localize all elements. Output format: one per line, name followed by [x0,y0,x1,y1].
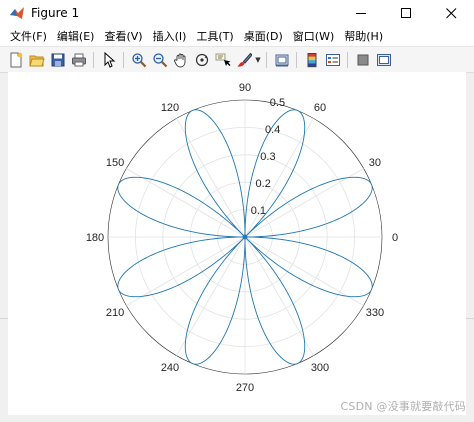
menu-tools[interactable]: 工具(T) [191,28,238,44]
watermark-text: CSDN @没事就要敲代码 [340,400,466,413]
new-figure-icon[interactable] [6,50,26,70]
theta-tick-label: 150 [106,157,124,169]
brush-dropdown-icon[interactable]: ▼ [254,50,262,70]
polar-plot[interactable]: 0 30 60 90 120 150 180 210 240 270 300 330 0.1 0.2 0.3… [8,72,466,415]
theta-tick-label: 300 [311,362,329,374]
theta-tick-label: 240 [161,362,179,374]
toolbar-separator [296,51,297,68]
theta-tick-label: 210 [106,307,124,319]
menu-bar: 文件(F) 编辑(E) 查看(V) 插入(I) 工具(T) 桌面(D) 窗口(W… [0,26,474,46]
frame-divider [466,318,474,319]
r-tick-label: 0.3 [260,151,275,163]
theta-tick-label: 30 [369,157,381,169]
r-tick-label: 0.4 [265,124,280,136]
figure-toolbar: ▼ [0,46,474,73]
data-cursor-icon[interactable] [213,50,233,70]
toolbar-separator [266,51,267,68]
save-icon[interactable] [48,50,68,70]
open-file-icon[interactable] [27,50,47,70]
print-icon[interactable] [69,50,89,70]
theta-tick-label: 90 [239,82,251,94]
select-arrow-icon[interactable] [99,50,119,70]
figure-window: Figure 1 文件(F) 编辑(E) 查看(V) 插入(I) 工具(T) 桌… [0,0,474,422]
toolbar-separator [347,51,348,68]
link-plot-icon[interactable] [272,50,292,70]
menu-file[interactable]: 文件(F) [5,28,52,44]
window-controls [339,0,474,26]
theta-tick-label: 270 [236,382,254,394]
hide-plot-tools-icon[interactable] [353,50,373,70]
zoom-out-icon[interactable] [150,50,170,70]
frame-divider [0,318,8,319]
menu-insert[interactable]: 插入(I) [148,28,192,44]
brush-icon[interactable] [234,50,254,70]
minimize-button[interactable] [339,0,384,26]
window-title: Figure 1 [31,6,80,20]
menu-help[interactable]: 帮助(H) [339,28,388,44]
theta-tick-label: 0 [392,232,398,244]
colorbar-icon[interactable] [302,50,322,70]
r-tick-label: 0.2 [256,178,271,190]
toolbar-separator [123,51,124,68]
theta-tick-label: 120 [161,102,179,114]
r-tick-label: 0.5 [270,97,285,109]
show-plot-tools-icon[interactable] [374,50,394,70]
theta-tick-label: 330 [366,307,384,319]
toolbar-separator [93,51,94,68]
legend-icon[interactable] [323,50,343,70]
zoom-in-icon[interactable] [129,50,149,70]
menu-view[interactable]: 查看(V) [99,28,147,44]
menu-window[interactable]: 窗口(W) [288,28,339,44]
pan-hand-icon[interactable] [171,50,191,70]
rotate-3d-icon[interactable] [192,50,212,70]
theta-tick-label: 180 [86,232,104,244]
title-bar: Figure 1 [0,0,474,26]
figure-canvas[interactable]: 0 30 60 90 120 150 180 210 240 270 300 330 0.1 0.2 0.3… [8,72,466,415]
r-tick-label: 0.1 [251,205,266,217]
matlab-logo-icon [9,5,25,21]
menu-desktop[interactable]: 桌面(D) [239,28,288,44]
close-button[interactable] [429,0,474,26]
theta-tick-label: 60 [314,102,326,114]
menu-edit[interactable]: 编辑(E) [52,28,100,44]
maximize-button[interactable] [384,0,429,26]
